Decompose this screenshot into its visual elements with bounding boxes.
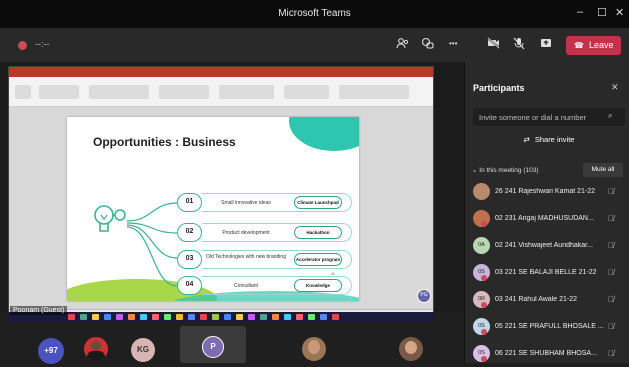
more-options-button[interactable]: ••• xyxy=(449,39,457,48)
participant-avatar: 0A xyxy=(473,237,490,254)
row-text: Consultant xyxy=(234,283,258,289)
participant-row[interactable]: 0S 06 221 SE SHUBHAM BHOSA... 🎙̸ xyxy=(465,342,629,367)
participant-row[interactable]: 02 231 Angaj MADHUSUDAN... 🎙̸ xyxy=(465,207,629,232)
call-toolbar: --:-- ••• ☎ Leave xyxy=(0,28,629,62)
in-meeting-header[interactable]: ⌄ In this meeting (103) xyxy=(472,166,539,174)
slide-page-number: 11 xyxy=(330,271,335,276)
mic-off-icon: 🎙̸ xyxy=(608,349,614,358)
row-tag: Hackathon xyxy=(294,226,342,239)
row-tag: Accelerator program xyxy=(294,253,342,266)
maximize-button[interactable]: ☐ xyxy=(597,6,607,19)
close-panel-icon[interactable]: ✕ xyxy=(611,82,619,93)
participant-row[interactable]: 0A 02 241 Vishwajeet Aundhakar... 🎙̸ xyxy=(465,234,629,259)
call-timer: --:-- xyxy=(35,39,50,49)
shared-screen: Opportunities : Business 01 Small innova… xyxy=(8,66,434,322)
participant-avatar[interactable]: KG xyxy=(131,338,155,362)
window-title: Microsoft Teams xyxy=(278,8,351,19)
active-participant-tile[interactable]: P xyxy=(180,326,246,363)
participants-panel: Participants ✕ Invite someone or dial a … xyxy=(464,62,629,363)
connector-lines xyxy=(127,202,178,287)
slide-decoration xyxy=(289,117,359,151)
overflow-participants-button[interactable]: +97 xyxy=(38,338,64,364)
status-badge xyxy=(481,302,487,308)
mic-off-icon[interactable] xyxy=(513,37,525,53)
share-icon: ⇄ xyxy=(523,135,530,144)
row-text: Product development xyxy=(222,230,270,236)
search-icon: ⌕ xyxy=(608,111,613,120)
leave-label: Leave xyxy=(588,40,614,50)
camera-off-icon[interactable] xyxy=(487,37,500,52)
participant-row[interactable]: 0S 05 221 SE PRAFULL BHOSALE ... 🎙̸ xyxy=(465,315,629,340)
participant-row[interactable]: 0R 03 241 Rahul Awale 21-22 🎙̸ xyxy=(465,288,629,313)
row-number: 03 xyxy=(177,250,202,269)
presentation-slide: Opportunities : Business 01 Small innova… xyxy=(67,117,359,301)
participant-name: 02 231 Angaj MADHUSUDAN... xyxy=(495,215,594,222)
mic-off-icon: 🎙̸ xyxy=(608,322,614,331)
presenter-name-tag: Poonam (Guest) xyxy=(10,306,68,315)
powerpoint-titlebar xyxy=(9,67,433,77)
participants-icon[interactable] xyxy=(396,37,409,53)
lightbulb-gear-icon xyxy=(94,205,126,232)
shared-taskbar xyxy=(8,312,434,322)
share-invite-label: Share invite xyxy=(534,135,575,144)
participant-avatar[interactable] xyxy=(84,337,108,361)
invite-search-input[interactable]: Invite someone or dial a number xyxy=(473,108,625,126)
close-window-button[interactable]: ✕ xyxy=(615,6,624,19)
participant-name: 26 241 Rajeshwari Kamat 21-22 xyxy=(495,188,596,195)
row-text: Old Technologies with new branding xyxy=(206,254,286,260)
row-number: 04 xyxy=(177,276,202,295)
chat-icon[interactable] xyxy=(421,37,434,53)
participant-row[interactable]: 26 241 Rajeshwari Kamat 21-22 🎙̸ xyxy=(465,180,629,205)
mic-off-icon: 🎙̸ xyxy=(608,295,614,304)
row-number: 02 xyxy=(177,223,202,242)
participant-name: 03 241 Rahul Awale 21-22 xyxy=(495,296,577,303)
slide-title: Opportunities : Business xyxy=(93,135,236,149)
row-number: 01 xyxy=(177,193,202,212)
status-badge xyxy=(481,356,487,362)
row-text: Small innovative ideas xyxy=(221,200,271,206)
row-tag: Climate Launchpad xyxy=(294,196,342,209)
status-badge xyxy=(481,275,487,281)
mic-off-icon: 🎙̸ xyxy=(608,268,614,277)
in-meeting-count: In this meeting (103) xyxy=(479,167,539,174)
participant-avatar[interactable] xyxy=(399,337,423,361)
participant-name: 05 221 SE PRAFULL BHOSALE ... xyxy=(495,323,604,330)
leave-button[interactable]: ☎ Leave xyxy=(566,36,621,55)
participant-avatar[interactable] xyxy=(302,337,326,361)
share-invite-button[interactable]: ⇄ Share invite xyxy=(473,132,625,148)
mic-off-icon: 🎙̸ xyxy=(608,241,614,250)
mute-all-button[interactable]: Mute all xyxy=(583,163,623,177)
phone-hangup-icon: ☎ xyxy=(574,41,584,50)
participant-name: 06 221 SE SHUBHAM BHOSA... xyxy=(495,350,597,357)
share-screen-icon[interactable] xyxy=(540,37,552,52)
minimize-button[interactable]: – xyxy=(577,6,583,18)
status-badge xyxy=(481,329,487,335)
presenter-avatar: PG xyxy=(417,289,431,303)
recording-icon xyxy=(18,41,27,50)
mic-off-icon: 🎙̸ xyxy=(608,187,614,196)
participant-avatar: P xyxy=(202,336,224,358)
participant-name: 02 241 Vishwajeet Aundhakar... xyxy=(495,242,593,249)
participant-avatar xyxy=(473,183,490,200)
row-tag: Knowledge xyxy=(294,279,342,292)
window-titlebar: Microsoft Teams – ☐ ✕ xyxy=(0,0,629,28)
participant-row[interactable]: 0S 03 221 SE BALAJI BELLE 21-22 🎙̸ xyxy=(465,261,629,286)
powerpoint-ribbon xyxy=(9,77,433,107)
mic-off-icon: 🎙̸ xyxy=(608,214,614,223)
participant-video-strip: +97 KG P xyxy=(0,322,464,364)
participant-name: 03 221 SE BALAJI BELLE 21-22 xyxy=(495,269,597,276)
status-badge xyxy=(481,221,487,227)
panel-title: Participants xyxy=(473,83,525,93)
